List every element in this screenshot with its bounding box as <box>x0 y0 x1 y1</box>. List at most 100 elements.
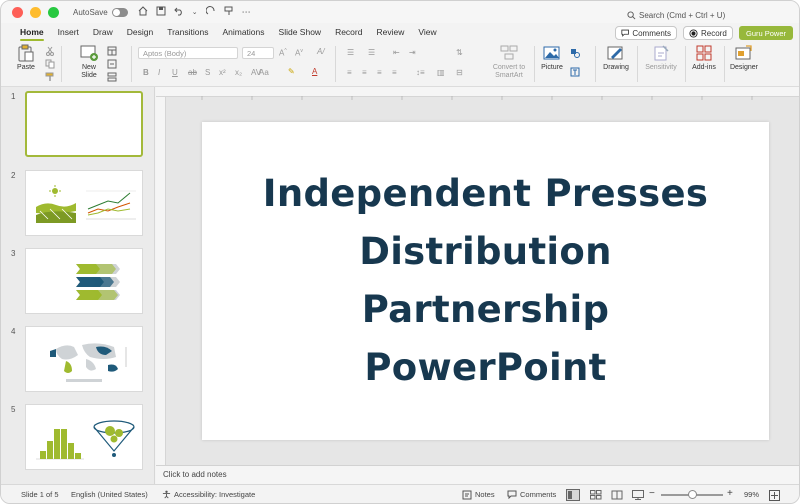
zoom-window-button[interactable] <box>48 6 59 18</box>
slide-sorter-icon[interactable] <box>590 490 602 500</box>
shadow-icon[interactable]: S <box>205 68 210 77</box>
strikethrough-icon[interactable]: ab <box>188 68 197 77</box>
slide-title[interactable]: Independent Presses Distribution Partner… <box>263 165 708 397</box>
justify-icon[interactable]: ≡ <box>392 68 397 77</box>
line-spacing-icon[interactable]: ↕≡ <box>416 68 425 77</box>
notes-icon[interactable] <box>462 490 472 500</box>
convert-to-smartart-button[interactable]: Convert to SmartArt <box>487 44 531 80</box>
tab-record[interactable]: Record <box>328 23 369 41</box>
slide-thumbnails-panel[interactable]: 1 2 3 4 5 <box>1 87 155 484</box>
tab-draw[interactable]: Draw <box>86 23 120 41</box>
zoom-level[interactable]: 99% <box>744 490 759 499</box>
search-box[interactable]: Search (Cmd + Ctrl + U) <box>627 11 725 20</box>
bold-icon[interactable]: B <box>143 68 149 77</box>
font-name-dropdown[interactable]: Aptos (Body) <box>138 47 238 59</box>
add-ins-button[interactable]: Add-ins <box>689 44 719 72</box>
clear-formatting-icon[interactable]: A/ <box>317 47 325 56</box>
reset-icon[interactable] <box>107 59 117 69</box>
slide-thumbnail-5[interactable] <box>25 404 143 470</box>
notes-toggle-label[interactable]: Notes <box>475 490 495 499</box>
autosave-control[interactable]: AutoSave <box>73 7 128 17</box>
numbering-icon[interactable]: ☰ <box>368 48 375 57</box>
minimize-window-button[interactable] <box>30 6 41 18</box>
undo-icon[interactable] <box>173 6 184 18</box>
shapes-icon[interactable] <box>570 48 580 58</box>
language-status[interactable]: English (United States) <box>71 490 148 499</box>
sensitivity-button[interactable]: Sensitivity <box>641 44 681 72</box>
accessibility-icon[interactable] <box>162 490 171 499</box>
home-icon[interactable] <box>138 6 148 18</box>
tab-animations[interactable]: Animations <box>215 23 271 41</box>
columns-icon[interactable]: ▥ <box>437 68 445 77</box>
text-box-icon[interactable] <box>570 67 580 77</box>
normal-view-icon[interactable] <box>566 489 580 501</box>
slide-thumbnail-3[interactable] <box>25 248 143 314</box>
reading-view-icon[interactable] <box>611 490 623 500</box>
align-text-icon[interactable]: ⊟ <box>456 68 463 77</box>
comments-toggle-label[interactable]: Comments <box>520 490 556 499</box>
fit-slide-icon[interactable] <box>769 490 780 501</box>
align-center-icon[interactable]: ≡ <box>362 68 367 77</box>
comments-button-label: Comments <box>632 28 671 38</box>
tab-insert[interactable]: Insert <box>51 23 86 41</box>
bullets-icon[interactable]: ☰ <box>347 48 354 57</box>
record-button[interactable]: Record <box>683 26 733 40</box>
align-left-icon[interactable]: ≡ <box>347 68 352 77</box>
tab-view[interactable]: View <box>411 23 443 41</box>
save-icon[interactable] <box>156 6 166 18</box>
layout-icon[interactable] <box>107 46 117 56</box>
autosave-toggle[interactable] <box>111 7 128 17</box>
tab-design[interactable]: Design <box>120 23 160 41</box>
change-case-icon[interactable]: Aa <box>259 68 269 77</box>
zoom-in-icon[interactable]: + <box>727 488 733 499</box>
zoom-slider-handle[interactable] <box>688 490 697 499</box>
cut-icon[interactable] <box>45 46 55 56</box>
slide-show-icon[interactable] <box>632 490 644 500</box>
tab-home[interactable]: Home <box>13 23 51 41</box>
guru-power-button[interactable]: Guru Power <box>739 26 793 40</box>
tab-transitions[interactable]: Transitions <box>160 23 215 41</box>
new-slide-icon <box>80 45 98 61</box>
highlight-icon[interactable]: ✎ <box>288 67 295 76</box>
accessibility-status[interactable]: Accessibility: Investigate <box>174 490 255 499</box>
increase-font-icon[interactable]: A^ <box>279 48 287 58</box>
chevron-down-icon[interactable]: ⌄ <box>192 8 198 16</box>
designer-button[interactable]: Designer <box>728 44 760 72</box>
font-size-dropdown[interactable]: 24 <box>242 47 274 59</box>
section-icon[interactable] <box>107 72 117 82</box>
comments-button[interactable]: Comments <box>615 26 677 40</box>
format-painter-icon[interactable] <box>224 6 234 18</box>
copy-icon[interactable] <box>45 59 55 69</box>
slide-thumbnail-2[interactable] <box>25 170 143 236</box>
more-icon[interactable]: ⋯ <box>242 7 251 18</box>
close-window-button[interactable] <box>12 6 23 18</box>
convert-to-smartart-label: Convert to SmartArt <box>493 64 525 80</box>
superscript-icon[interactable]: x² <box>219 68 226 77</box>
subscript-icon[interactable]: x₂ <box>235 68 242 77</box>
notes-pane[interactable]: Click to add notes <box>156 465 799 484</box>
comment-icon[interactable] <box>507 490 517 499</box>
slide-thumbnail-1[interactable] <box>25 91 143 157</box>
tab-review[interactable]: Review <box>369 23 411 41</box>
underline-icon[interactable]: U <box>172 68 178 77</box>
drawing-label: Drawing <box>603 64 629 71</box>
decrease-font-icon[interactable]: Av <box>295 48 303 58</box>
slide-thumbnail-4[interactable] <box>25 326 143 392</box>
text-direction-icon[interactable]: ⇅ <box>456 48 463 57</box>
powerpoint-window: AutoSave ⌄ ⋯ Search (Cmd + Ctrl + U) Hom… <box>0 0 800 504</box>
font-color-icon[interactable]: A <box>312 67 317 76</box>
redo-icon[interactable] <box>205 6 216 18</box>
current-slide[interactable]: Independent Presses Distribution Partner… <box>202 122 769 440</box>
format-painter-icon[interactable] <box>45 72 55 82</box>
increase-indent-icon[interactable]: ⇥ <box>409 48 416 57</box>
decrease-indent-icon[interactable]: ⇤ <box>393 48 400 57</box>
paste-button[interactable]: Paste <box>13 44 39 72</box>
drawing-button[interactable]: Drawing <box>601 44 631 72</box>
italic-icon[interactable]: I <box>158 68 160 77</box>
new-slide-label-line1: New <box>81 64 96 71</box>
align-right-icon[interactable]: ≡ <box>377 68 382 77</box>
new-slide-button[interactable]: New Slide <box>77 44 101 80</box>
zoom-out-icon[interactable]: − <box>649 488 655 499</box>
picture-button[interactable]: Picture <box>539 44 565 72</box>
tab-slide-show[interactable]: Slide Show <box>272 23 329 41</box>
